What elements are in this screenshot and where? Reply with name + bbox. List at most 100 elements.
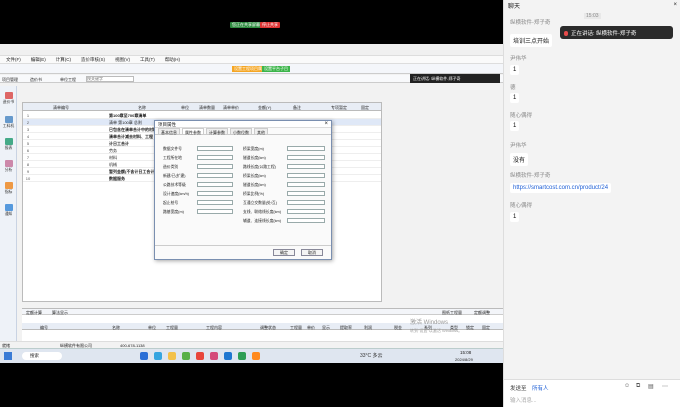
app-icon[interactable]: [210, 352, 218, 360]
speaking-tooltip: 正在讲话: 纵横软件-郑子奇: [410, 74, 500, 83]
stop-sharing-button[interactable]: 停止共享: [260, 22, 280, 28]
windows-icon[interactable]: [140, 352, 148, 360]
close-icon[interactable]: ×: [324, 121, 328, 128]
send-to-label: 发送至: [510, 386, 527, 392]
quota-tabs: 定额计算 算法显示 图纸工程量 定额调整: [22, 309, 503, 315]
field-input[interactable]: [287, 200, 325, 205]
chat-app-icon[interactable]: [182, 352, 190, 360]
field-label: 支线、联络线长度(km): [243, 210, 281, 214]
menu-view[interactable]: 视图(V): [115, 57, 130, 63]
project-properties-dialog: 项目属性 × 基本信息 属性参数 计算参数 小数位数 其他 数据文件号 工程所在…: [154, 120, 332, 260]
field-input[interactable]: [287, 209, 325, 214]
field-input[interactable]: [287, 182, 325, 187]
edge-icon[interactable]: [154, 352, 162, 360]
tab-algo[interactable]: 算法显示: [52, 310, 68, 316]
folder-icon[interactable]: [168, 352, 176, 360]
message-sender: 随心偶得: [510, 113, 533, 119]
message-sender: 尹伟华: [510, 56, 527, 62]
field-label: 起止桩号: [163, 201, 179, 205]
message-text: 没有: [510, 153, 529, 166]
cancel-button[interactable]: 取消: [301, 249, 323, 256]
field-input[interactable]: [197, 191, 233, 196]
field-label: 桥梁宽度(m): [243, 147, 264, 151]
field-input[interactable]: [287, 155, 325, 160]
emoji-icon[interactable]: ☺: [624, 383, 630, 389]
dialog-tabs: 基本信息 属性参数 计算参数 小数位数 其他: [155, 128, 331, 135]
dialog-divider: [155, 245, 331, 246]
nav-index[interactable]: 指标: [1, 182, 16, 195]
app-title-bar: [0, 44, 503, 56]
field-input[interactable]: [287, 146, 325, 151]
tab-danwei[interactable]: 单位工程: [60, 77, 76, 83]
taskbar-search[interactable]: 搜索: [22, 352, 62, 360]
field-label: 路线长度(公路工程): [243, 165, 276, 169]
field-input[interactable]: [197, 200, 233, 205]
field-input[interactable]: [287, 218, 325, 223]
field-input[interactable]: [197, 146, 233, 151]
report-icon: [4, 138, 13, 145]
sharing-indicator: 您正在共享屏幕: [230, 22, 262, 28]
nav-analysis[interactable]: 分析: [1, 160, 16, 173]
word-icon[interactable]: [224, 352, 232, 360]
drawing-qty-button[interactable]: 图纸工程量: [442, 310, 462, 316]
field-label: 桥梁长度(km): [243, 174, 266, 178]
field-label: 工程所在地: [163, 156, 182, 160]
dialog-tab-params[interactable]: 属性参数: [182, 128, 204, 135]
app-icon[interactable]: [252, 352, 260, 360]
nav-notice[interactable]: 通知: [1, 204, 16, 217]
clock-date: 2024/8/29: [455, 357, 473, 362]
left-nav: 造价书 工料机 报表 分析 指标 通知: [0, 86, 17, 363]
close-icon[interactable]: ×: [673, 2, 677, 8]
menu-help[interactable]: 帮助(H): [165, 57, 180, 63]
field-select[interactable]: [197, 173, 233, 178]
message-text: 1: [510, 93, 520, 103]
field-label: 新建/已(扩建): [163, 174, 186, 178]
field-label: 公路技术等级: [163, 183, 186, 187]
more-icon[interactable]: ⋯: [662, 383, 668, 390]
dialog-tab-other[interactable]: 其他: [254, 128, 268, 135]
chat-input[interactable]: 输入消息...: [510, 396, 537, 404]
menu-audit[interactable]: 造价审核(S): [81, 57, 105, 63]
weather-text: 33°C 多云: [360, 353, 383, 359]
tools-icon: [4, 116, 13, 123]
menu-edit[interactable]: 编辑(E): [31, 57, 46, 63]
ok-button[interactable]: 确定: [273, 249, 295, 256]
message-text: 1: [510, 65, 520, 75]
quota-adjust-button[interactable]: 定额调整: [474, 310, 490, 316]
menu-file[interactable]: 文件(F): [6, 57, 21, 63]
search-input[interactable]: [86, 75, 134, 82]
dialog-tab-basic[interactable]: 基本信息: [158, 128, 180, 135]
book-icon: [4, 92, 13, 99]
nav-zaojiashu[interactable]: 造价书: [1, 92, 16, 105]
project-manage-tab[interactable]: 项目管理: [2, 77, 18, 83]
field-input[interactable]: [287, 164, 325, 169]
message-link[interactable]: https://smartcost.com.cn/product/24: [510, 183, 612, 193]
dialog-title-bar: 项目属性 ×: [155, 121, 331, 128]
menu-tools[interactable]: 工具(T): [140, 57, 155, 63]
nav-gongliaoji[interactable]: 工料机: [1, 116, 16, 129]
tab-quota-calc[interactable]: 定额计算: [26, 310, 42, 316]
table-row[interactable]: 1 第100章至700章清单: [23, 112, 381, 119]
field-input[interactable]: [197, 155, 233, 160]
excel-icon[interactable]: [238, 352, 246, 360]
nav-report[interactable]: 报表: [1, 138, 16, 151]
toolbar: 设置工程项目属性 设置平台子目: [0, 64, 503, 74]
field-input[interactable]: [287, 191, 325, 196]
dialog-tab-decimals[interactable]: 小数位数: [230, 128, 252, 135]
field-input[interactable]: [197, 209, 233, 214]
file-icon[interactable]: ▤: [648, 383, 654, 390]
ppt-icon[interactable]: [196, 352, 204, 360]
field-select[interactable]: [197, 182, 233, 187]
menu-calc[interactable]: 计算(C): [56, 57, 71, 63]
clock-time: 15:08: [460, 350, 472, 355]
field-select[interactable]: [197, 164, 233, 169]
screenshot-icon[interactable]: ⧉: [636, 383, 640, 390]
dialog-tab-calc[interactable]: 计算参数: [206, 128, 228, 135]
send-to-select[interactable]: 所有人: [532, 384, 549, 392]
field-label: 造价类别: [163, 165, 179, 169]
tab-zaojiashu[interactable]: 造价书: [30, 77, 42, 83]
message-time: 15:03: [584, 13, 601, 19]
field-label: 路基宽度(m): [163, 210, 184, 214]
field-input[interactable]: [287, 173, 325, 178]
chip-platform[interactable]: 设置平台子目: [262, 66, 290, 72]
